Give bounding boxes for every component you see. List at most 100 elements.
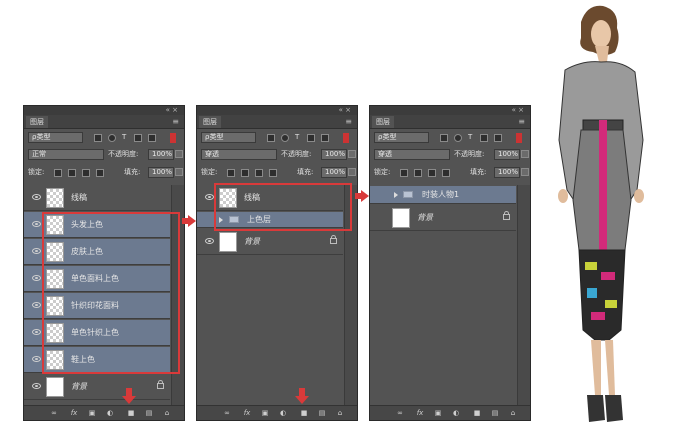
new-layer-icon[interactable]: ▤ bbox=[318, 409, 326, 417]
pixel-filter-icon[interactable] bbox=[94, 134, 102, 142]
panel-menu-icon[interactable]: ≡ bbox=[172, 115, 179, 128]
eye-icon[interactable] bbox=[32, 275, 41, 281]
mask-icon[interactable]: ▣ bbox=[261, 409, 269, 417]
lock-all-icon[interactable] bbox=[442, 169, 450, 177]
lock-move-icon[interactable] bbox=[255, 169, 263, 177]
layer-group-row[interactable]: 时装人物1 bbox=[370, 186, 516, 204]
layer-row[interactable]: 背景 bbox=[24, 374, 170, 400]
fill-input[interactable]: 100% bbox=[148, 167, 174, 178]
lock-transparency-icon[interactable] bbox=[54, 169, 62, 177]
smart-filter-icon[interactable] bbox=[321, 134, 329, 142]
blend-mode-select[interactable]: 穿透 bbox=[374, 149, 450, 160]
adjustment-icon[interactable]: ◐ bbox=[452, 409, 460, 417]
lock-paint-icon[interactable] bbox=[68, 169, 76, 177]
adjustment-filter-icon[interactable] bbox=[108, 134, 116, 142]
adjustment-filter-icon[interactable] bbox=[454, 134, 462, 142]
lock-all-icon[interactable] bbox=[269, 169, 277, 177]
blend-mode-select[interactable]: 正常 bbox=[28, 149, 104, 160]
collapse-icon[interactable]: « × bbox=[166, 106, 178, 115]
filter-toggle-icon[interactable] bbox=[343, 133, 349, 143]
eye-icon[interactable] bbox=[32, 356, 41, 362]
fill-label: 填充: bbox=[124, 168, 141, 176]
filter-kind-select[interactable]: ρ类型 bbox=[28, 132, 83, 143]
eye-icon[interactable] bbox=[32, 221, 41, 227]
type-filter-icon[interactable]: T bbox=[295, 132, 299, 143]
eye-icon[interactable] bbox=[32, 329, 41, 335]
type-filter-icon[interactable]: T bbox=[468, 132, 472, 143]
collapse-icon[interactable]: « × bbox=[512, 106, 524, 115]
link-icon[interactable]: ∞ bbox=[396, 409, 404, 417]
tab-layers[interactable]: 图层 bbox=[26, 116, 48, 128]
type-filter-icon[interactable]: T bbox=[122, 132, 126, 143]
shape-filter-icon[interactable] bbox=[134, 134, 142, 142]
eye-icon[interactable] bbox=[205, 194, 214, 200]
eye-icon[interactable] bbox=[32, 302, 41, 308]
opacity-input[interactable]: 100% bbox=[321, 149, 347, 160]
lock-transparency-icon[interactable] bbox=[227, 169, 235, 177]
smart-filter-icon[interactable] bbox=[148, 134, 156, 142]
opacity-dropdown-icon[interactable] bbox=[175, 150, 183, 158]
fill-label: 填充: bbox=[297, 168, 314, 176]
fx-icon[interactable]: fx bbox=[70, 409, 78, 417]
lock-all-icon[interactable] bbox=[96, 169, 104, 177]
expand-arrow-icon[interactable] bbox=[394, 192, 398, 198]
trash-icon[interactable]: ⌂ bbox=[509, 409, 517, 417]
fill-input[interactable]: 100% bbox=[321, 167, 347, 178]
scrollbar[interactable] bbox=[517, 185, 530, 405]
lock-move-icon[interactable] bbox=[428, 169, 436, 177]
eye-icon[interactable] bbox=[32, 248, 41, 254]
fill-dropdown-icon[interactable] bbox=[348, 168, 356, 176]
pixel-filter-icon[interactable] bbox=[440, 134, 448, 142]
link-icon[interactable]: ∞ bbox=[50, 409, 58, 417]
trash-icon[interactable]: ⌂ bbox=[163, 409, 171, 417]
smart-filter-icon[interactable] bbox=[494, 134, 502, 142]
fill-input[interactable]: 100% bbox=[494, 167, 520, 178]
trash-icon[interactable]: ⌂ bbox=[336, 409, 344, 417]
lock-paint-icon[interactable] bbox=[241, 169, 249, 177]
eye-icon[interactable] bbox=[32, 383, 41, 389]
eye-icon[interactable] bbox=[205, 238, 214, 244]
lock-paint-icon[interactable] bbox=[414, 169, 422, 177]
opacity-input[interactable]: 100% bbox=[494, 149, 520, 160]
group-folder-icon[interactable]: ■ bbox=[300, 409, 308, 417]
new-layer-icon[interactable]: ▤ bbox=[491, 409, 499, 417]
filter-kind-select[interactable]: ρ类型 bbox=[201, 132, 256, 143]
fill-dropdown-icon[interactable] bbox=[175, 168, 183, 176]
filter-kind-select[interactable]: ρ类型 bbox=[374, 132, 429, 143]
layer-row[interactable]: 线稿 bbox=[24, 185, 170, 211]
link-icon[interactable]: ∞ bbox=[223, 409, 231, 417]
adjustment-icon[interactable]: ◐ bbox=[279, 409, 287, 417]
tab-layers[interactable]: 图层 bbox=[199, 116, 221, 128]
fx-icon[interactable]: fx bbox=[243, 409, 251, 417]
panel-menu-icon[interactable]: ≡ bbox=[518, 115, 525, 128]
filter-toggle-icon[interactable] bbox=[516, 133, 522, 143]
pixel-filter-icon[interactable] bbox=[267, 134, 275, 142]
blend-row: 穿透 不透明度: 100% bbox=[197, 148, 357, 162]
eye-icon[interactable] bbox=[32, 194, 41, 200]
new-layer-icon[interactable]: ▤ bbox=[145, 409, 153, 417]
collapse-icon[interactable]: « × bbox=[339, 106, 351, 115]
tab-layers[interactable]: 图层 bbox=[372, 116, 394, 128]
group-folder-icon[interactable]: ■ bbox=[473, 409, 481, 417]
shape-filter-icon[interactable] bbox=[307, 134, 315, 142]
shape-filter-icon[interactable] bbox=[480, 134, 488, 142]
layer-row[interactable]: 背景 bbox=[197, 229, 343, 255]
group-folder-icon[interactable]: ■ bbox=[127, 409, 135, 417]
layer-row[interactable]: 背景 bbox=[370, 205, 516, 231]
mask-icon[interactable]: ▣ bbox=[88, 409, 96, 417]
opacity-dropdown-icon[interactable] bbox=[521, 150, 529, 158]
filter-toggle-icon[interactable] bbox=[170, 133, 176, 143]
fill-dropdown-icon[interactable] bbox=[521, 168, 529, 176]
adjustment-filter-icon[interactable] bbox=[281, 134, 289, 142]
layer-name: 背景 bbox=[244, 237, 260, 246]
lock-transparency-icon[interactable] bbox=[400, 169, 408, 177]
opacity-dropdown-icon[interactable] bbox=[348, 150, 356, 158]
opacity-input[interactable]: 100% bbox=[148, 149, 174, 160]
panel-bottom-toolbar: ∞ fx ▣ ◐ ■ ▤ ⌂ bbox=[24, 405, 184, 420]
fx-icon[interactable]: fx bbox=[416, 409, 424, 417]
blend-mode-select[interactable]: 穿透 bbox=[201, 149, 277, 160]
lock-move-icon[interactable] bbox=[82, 169, 90, 177]
adjustment-icon[interactable]: ◐ bbox=[106, 409, 114, 417]
panel-menu-icon[interactable]: ≡ bbox=[345, 115, 352, 128]
mask-icon[interactable]: ▣ bbox=[434, 409, 442, 417]
